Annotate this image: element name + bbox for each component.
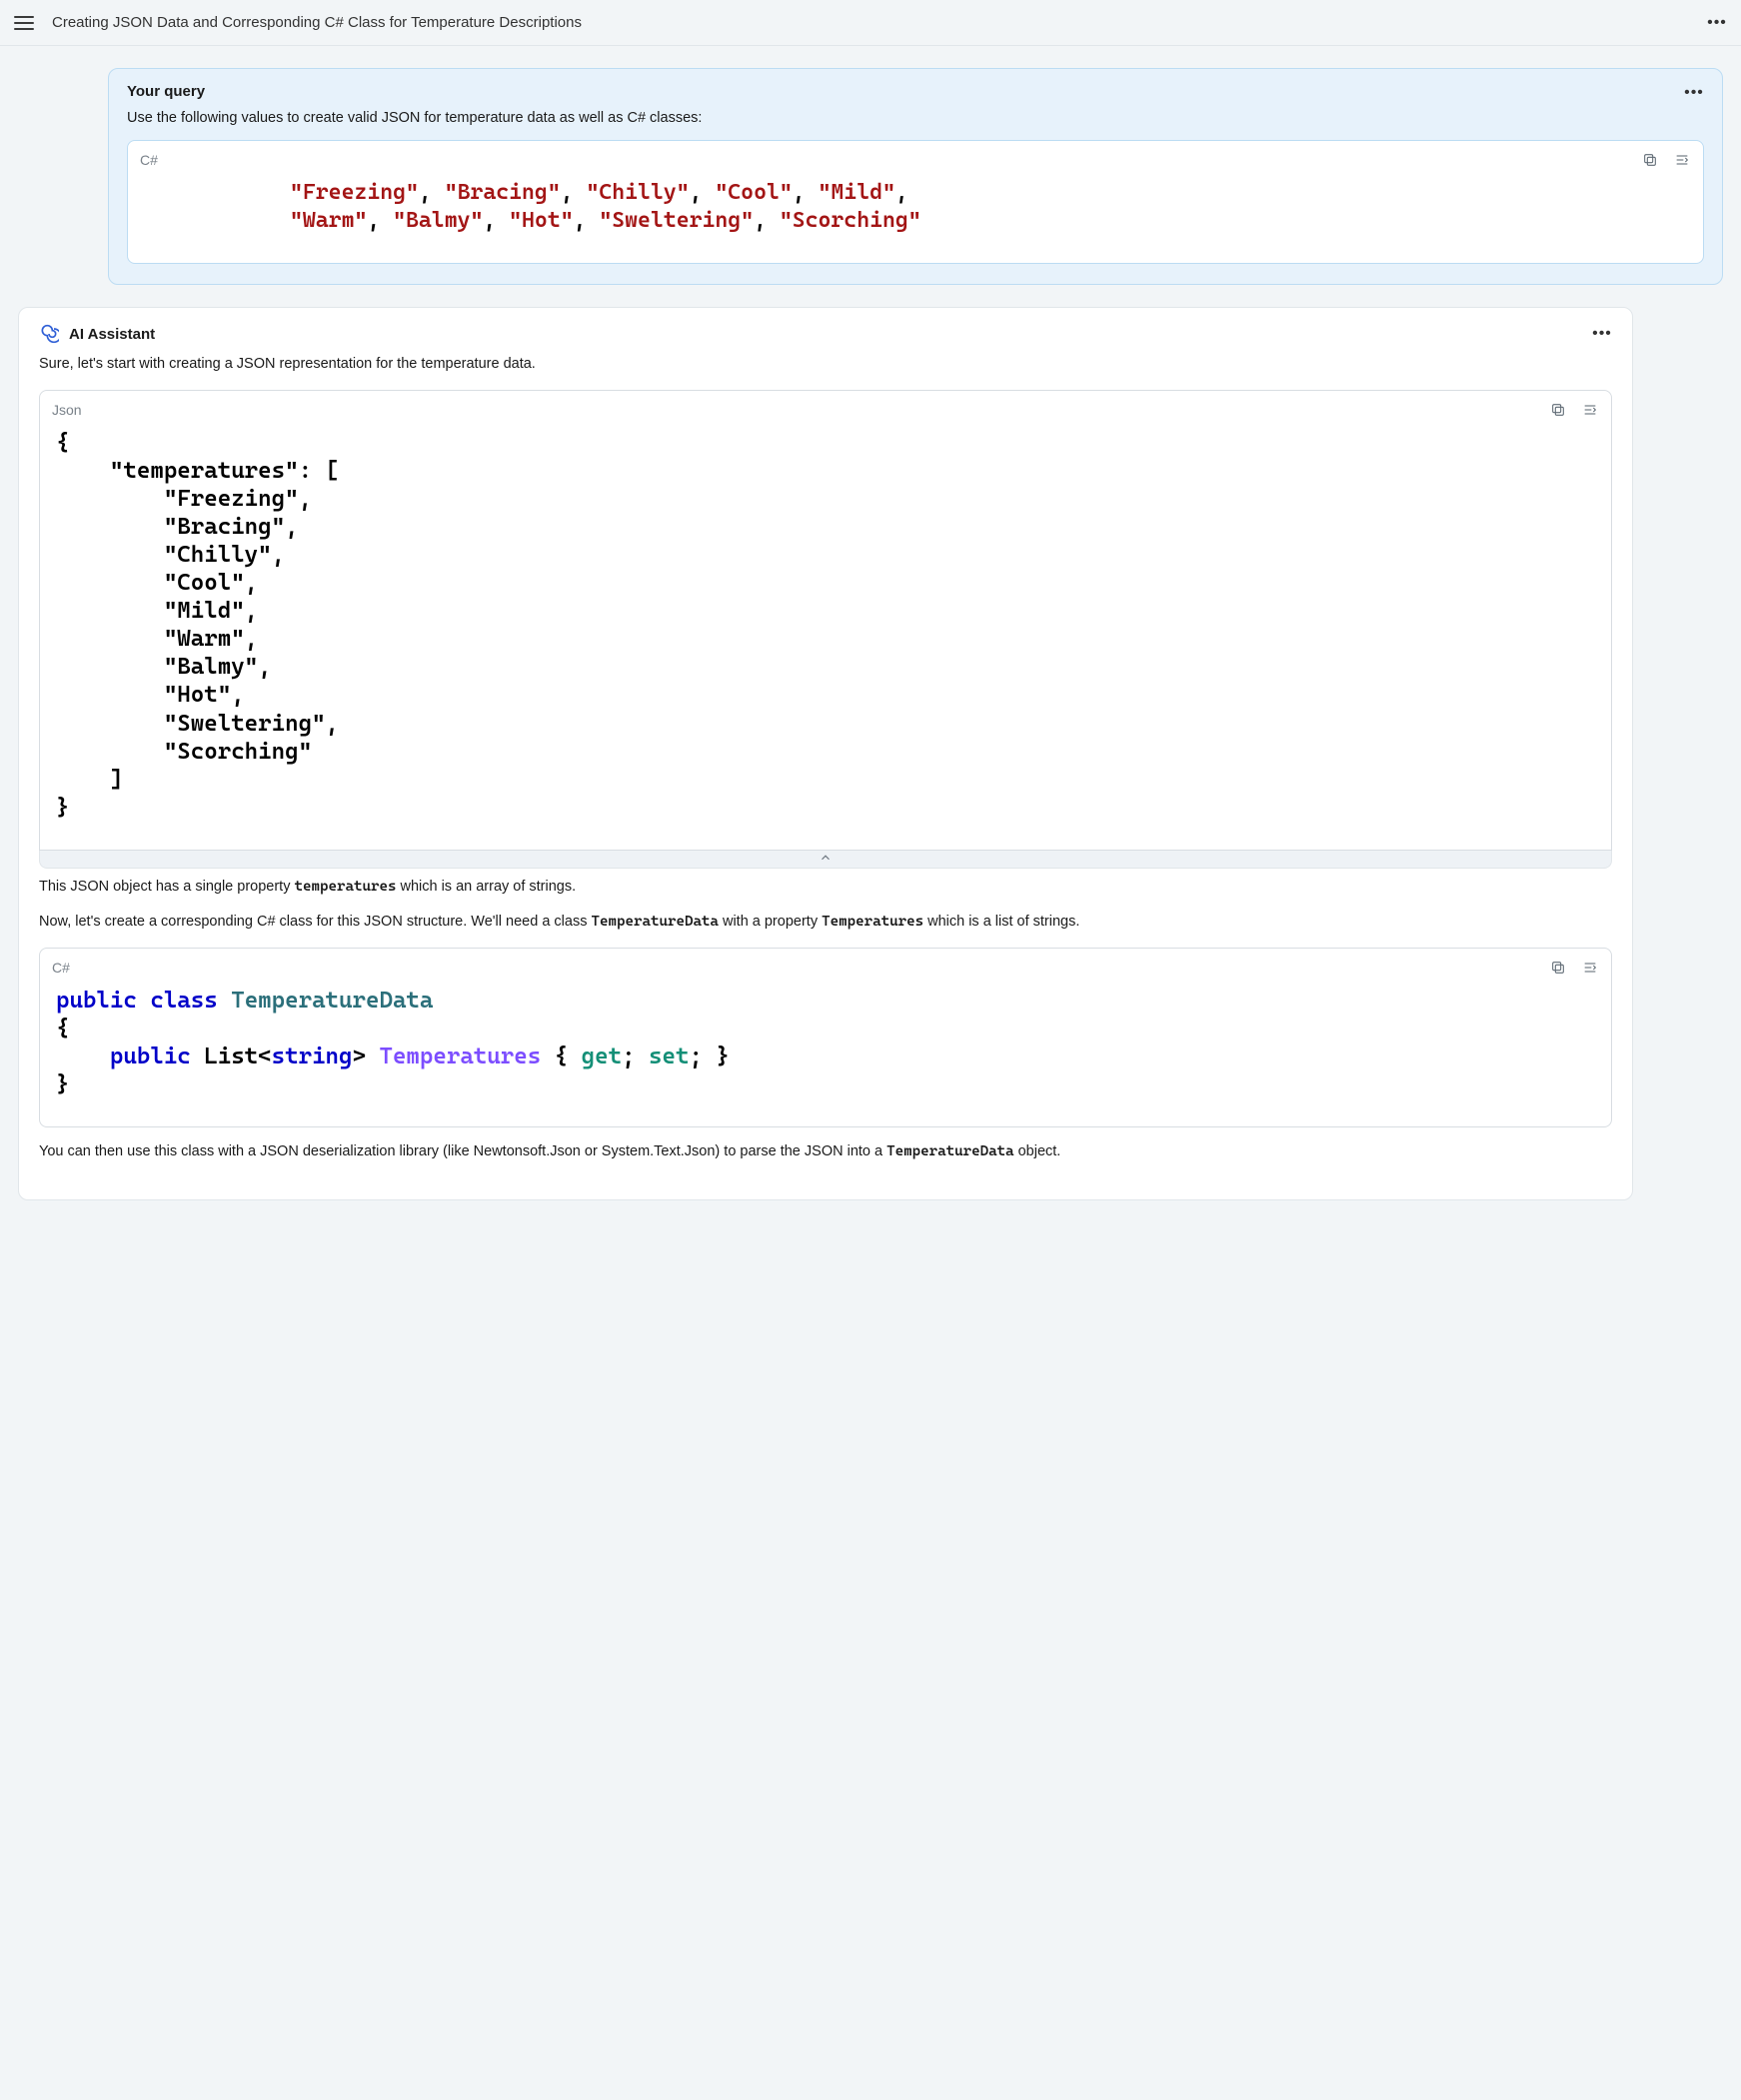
copy-icon[interactable] — [1641, 151, 1659, 169]
query-prompt-text: Use the following values to create valid… — [127, 110, 1704, 126]
assistant-more-icon[interactable]: ••• — [1592, 324, 1612, 344]
spiral-icon — [39, 324, 59, 344]
user-query-card: Your query ••• Use the following values … — [108, 68, 1723, 285]
conversation-content: Your query ••• Use the following values … — [0, 68, 1741, 1258]
copy-icon[interactable] — [1549, 401, 1567, 419]
collapse-toggle[interactable] — [39, 849, 1612, 869]
json-code-actions — [1549, 401, 1599, 419]
query-header: Your query ••• — [127, 83, 1704, 110]
json-code-block: Json { "temperatures": [ "Freezing", "Br… — [39, 390, 1612, 851]
assistant-header: AI Assistant ••• — [39, 324, 1612, 344]
assistant-intro: Sure, let's start with creating a JSON r… — [39, 354, 1612, 376]
query-code-content: "Freezing", "Bracing", "Chilly", "Cool",… — [140, 175, 1691, 239]
csharp-explain-text: Now, let's create a corresponding C# cla… — [39, 912, 1612, 934]
insert-icon[interactable] — [1581, 959, 1599, 977]
csharp-code-block: C# public class TemperatureData { public… — [39, 948, 1612, 1127]
copy-icon[interactable] — [1549, 959, 1567, 977]
assistant-title-row: AI Assistant — [39, 324, 155, 344]
csharp-lang-label: C# — [52, 960, 70, 976]
csharp-code-header: C# — [52, 959, 1599, 977]
json-code-header: Json — [52, 401, 1599, 419]
query-code-block: C# "Freezing", "Bracing", "Chilly", "Coo… — [127, 140, 1704, 264]
query-more-icon[interactable]: ••• — [1684, 83, 1704, 103]
header-left: Creating JSON Data and Corresponding C# … — [14, 14, 582, 31]
insert-icon[interactable] — [1581, 401, 1599, 419]
code-block-header: C# — [140, 151, 1691, 169]
code-actions — [1641, 151, 1691, 169]
assistant-response-card: AI Assistant ••• Sure, let's start with … — [18, 307, 1633, 1200]
json-explain-text: This JSON object has a single property t… — [39, 877, 1612, 899]
page-title: Creating JSON Data and Corresponding C# … — [52, 14, 582, 31]
json-lang-label: Json — [52, 402, 82, 418]
csharp-code-actions — [1549, 959, 1599, 977]
code-lang-label: C# — [140, 152, 158, 168]
csharp-code-content: public class TemperatureData { public Li… — [52, 983, 1599, 1102]
json-code-content: { "temperatures": [ "Freezing", "Bracing… — [52, 425, 1599, 826]
more-options-icon[interactable]: ••• — [1707, 13, 1727, 33]
tail-text: You can then use this class with a JSON … — [39, 1141, 1612, 1163]
assistant-title: AI Assistant — [69, 326, 155, 343]
insert-icon[interactable] — [1673, 151, 1691, 169]
app-header: Creating JSON Data and Corresponding C# … — [0, 0, 1741, 46]
query-heading: Your query — [127, 83, 205, 100]
hamburger-icon[interactable] — [14, 16, 34, 30]
